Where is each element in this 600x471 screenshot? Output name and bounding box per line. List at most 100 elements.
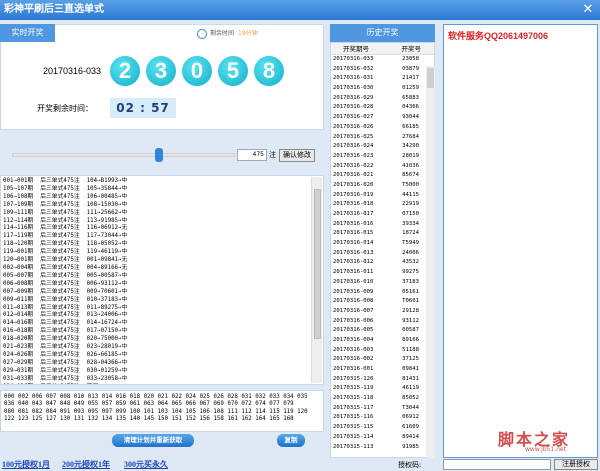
bet-numbers-box[interactable]: 000 002 006 007 008 010 013 014 016 018 … — [0, 390, 324, 432]
history-period: 20170316-033 — [333, 56, 374, 62]
bet-count-slider-handle[interactable] — [155, 148, 163, 162]
history-period: 20170315-119 — [333, 385, 374, 392]
plan-result-line: 024→026期 后三单式475注 026→66185→中 — [3, 351, 128, 358]
refresh-plan-button[interactable]: 清理计划并重新获取 — [112, 434, 194, 447]
history-period: 20170316-001 — [333, 366, 374, 372]
history-number: 43532 — [402, 259, 419, 266]
history-row[interactable]: 20170315-115 61609 — [331, 423, 434, 433]
history-number: 37125 — [402, 356, 419, 363]
history-row[interactable]: 20170315-116 06912 — [331, 413, 434, 423]
history-row[interactable]: 20170315-117 T3044 — [331, 404, 434, 414]
timer-hint-label: 剩余时间 — [210, 30, 235, 37]
plan-result-line: 031→033期 后三单式475注 033→23058→中 — [3, 375, 128, 382]
history-number: 24006 — [402, 249, 419, 256]
history-period: 20170316-030 — [333, 85, 374, 92]
history-row[interactable]: 20170316-019 44115 — [331, 191, 434, 201]
history-row[interactable]: 20170316-021 85674 — [331, 171, 434, 181]
history-row[interactable]: 20170316-025 27684 — [331, 133, 434, 143]
history-number: 34290 — [402, 143, 419, 150]
plan-result-line: 007→009期 后三单式475注 009→70601→中 — [3, 288, 128, 295]
history-number: 85674 — [402, 172, 419, 179]
history-row[interactable]: 20170316-009 05161 — [331, 288, 434, 298]
history-row[interactable]: 20170316-003 51188 — [331, 346, 434, 356]
history-row[interactable]: 20170316-033 23058 — [331, 55, 434, 65]
history-row[interactable]: 20170316-028 04366 — [331, 103, 434, 113]
copy-button[interactable]: 复制 — [277, 434, 305, 447]
history-number: 22919 — [402, 201, 419, 208]
bet-count-slider-track[interactable] — [12, 153, 235, 157]
history-row[interactable]: 20170316-012 43532 — [331, 258, 434, 268]
history-row[interactable]: 20170316-027 93044 — [331, 113, 434, 123]
history-period: 20170316-028 — [333, 104, 374, 111]
history-row[interactable]: 20170316-016 39334 — [331, 220, 434, 230]
plan-result-line: 002→004期 后三单式475注 004→89166→无 — [3, 264, 128, 271]
history-number: 81431 — [402, 375, 419, 382]
history-row[interactable]: 20170316-007 29128 — [331, 307, 434, 317]
history-period: 20170316-007 — [333, 307, 374, 314]
history-row[interactable]: 20170316-008 T0601 — [331, 297, 434, 307]
promo-link-lifetime[interactable]: 300元买永久 — [124, 459, 168, 470]
history-row[interactable]: 20170316-022 41036 — [331, 162, 434, 172]
history-row[interactable]: 20170316-001 09841 — [331, 365, 434, 375]
history-period: 20170316-006 — [333, 317, 374, 324]
history-number: 23058 — [402, 56, 419, 62]
scrollbar-thumb[interactable] — [427, 68, 434, 88]
history-period: 20170316-010 — [333, 278, 374, 285]
promo-link-1-year[interactable]: 200元授权1年 — [62, 459, 110, 470]
tab-history[interactable]: 历史开奖 — [330, 24, 435, 42]
history-row[interactable]: 20170316-013 24006 — [331, 249, 434, 259]
history-row[interactable]: 20170316-031 21417 — [331, 74, 434, 84]
history-row[interactable]: 20170315-113 91985 — [331, 443, 434, 453]
plan-results-box[interactable]: 001→001期 后三单式475注 104→B1993→中 105→107期 后三… — [0, 175, 324, 385]
history-row[interactable]: 20170315-119 46119 — [331, 384, 434, 394]
history-scrollbar[interactable] — [426, 66, 435, 458]
scrollbar-thumb[interactable] — [314, 189, 321, 339]
history-period: 20170316-024 — [333, 143, 374, 150]
tab-live-draw[interactable]: 实时开奖 — [0, 24, 55, 42]
history-row[interactable]: 20170316-032 03879 — [331, 65, 434, 75]
history-row[interactable]: 20170316-002 37125 — [331, 355, 434, 365]
history-number: 85052 — [402, 395, 419, 402]
history-period: 20170316-027 — [333, 114, 374, 121]
plan-results-scrollbar[interactable] — [311, 177, 322, 383]
timer-hint: 剩余时间 19分钟 — [197, 27, 277, 41]
history-row[interactable]: 20170316-005 00587 — [331, 326, 434, 336]
history-row[interactable]: 20170316-011 99275 — [331, 268, 434, 278]
history-row[interactable]: 20170316-030 01259 — [331, 84, 434, 94]
history-row[interactable]: 20170316-020 T5000 — [331, 181, 434, 191]
history-number: 99275 — [402, 269, 419, 276]
history-period: 20170316-005 — [333, 327, 374, 334]
auth-code-input[interactable] — [443, 459, 551, 470]
history-row[interactable]: 20170315-114 89414 — [331, 433, 434, 443]
draw-ball-3: 0 — [182, 56, 212, 86]
promo-link-1-month[interactable]: 100元授权1月 — [2, 459, 50, 470]
history-period: 20170316-023 — [333, 152, 374, 159]
plan-result-line: 119→001期 后三单式475注 119→46119→中 — [3, 249, 128, 256]
history-period: 20170315-115 — [333, 424, 374, 431]
close-icon[interactable]: ✕ — [580, 2, 596, 18]
history-row[interactable]: 20170316-014 T5949 — [331, 239, 434, 249]
plan-result-line: 009→011期 后三单式475注 010→37183→中 — [3, 296, 128, 303]
history-row[interactable]: 20170315-118 85052 — [331, 394, 434, 404]
draw-ball-4: 5 — [218, 56, 248, 86]
register-button[interactable]: 注册授权 — [554, 459, 598, 470]
history-row[interactable]: 20170316-023 28019 — [331, 152, 434, 162]
plan-result-line: 016→018期 后三单式475注 017→07150→中 — [3, 328, 128, 335]
history-row[interactable]: 20170316-026 66185 — [331, 123, 434, 133]
history-row[interactable]: 20170316-010 37183 — [331, 278, 434, 288]
draw-ball-2: 3 — [146, 56, 176, 86]
history-number: 06912 — [402, 414, 419, 421]
plan-result-line: 018→020期 后三单式475注 020→75000→中 — [3, 336, 128, 343]
history-col-number: 开奖号 — [401, 45, 422, 53]
bet-count-input[interactable]: 475 — [237, 149, 267, 161]
confirm-change-button[interactable]: 确认修改 — [279, 149, 315, 162]
history-row[interactable]: 20170316-018 22919 — [331, 200, 434, 210]
history-row[interactable]: 20170315-120 81431 — [331, 375, 434, 385]
history-row[interactable]: 20170316-004 89166 — [331, 336, 434, 346]
history-row[interactable]: 20170316-029 65883 — [331, 94, 434, 104]
history-row[interactable]: 20170316-006 93112 — [331, 317, 434, 327]
plan-result-line: 029→031期 后三单式475注 030→01259→中 — [3, 367, 128, 374]
history-row[interactable]: 20170316-024 34290 — [331, 142, 434, 152]
history-row[interactable]: 20170316-015 18724 — [331, 229, 434, 239]
history-row[interactable]: 20170316-017 07150 — [331, 210, 434, 220]
